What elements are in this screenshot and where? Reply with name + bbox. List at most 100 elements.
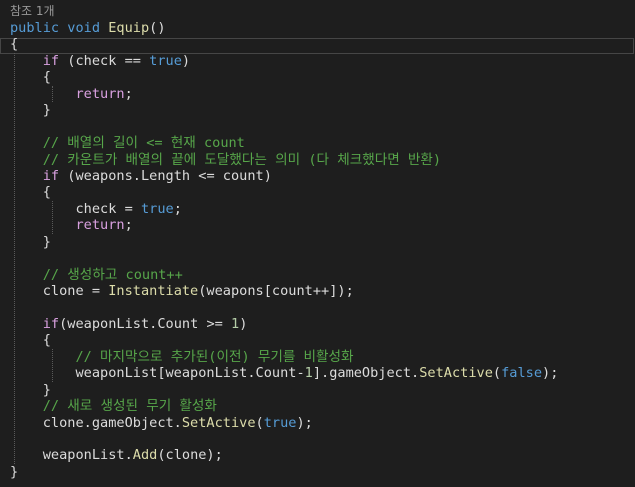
code-token: if xyxy=(42,167,60,184)
code-token: false xyxy=(501,365,543,382)
code-line[interactable]: if(weaponList.Count >= 1) xyxy=(0,316,635,332)
code-token: ); xyxy=(542,365,559,382)
code-line-text: { xyxy=(10,36,18,52)
code-token: { xyxy=(10,36,19,53)
code-line-text: { xyxy=(10,184,51,200)
code-token: ) xyxy=(181,52,191,69)
code-token: (check == xyxy=(59,52,150,69)
code-token: ( xyxy=(255,414,264,431)
code-line[interactable] xyxy=(0,431,635,447)
code-line-text: weaponList.Add(clone); xyxy=(10,447,223,463)
code-line-text: // 새로 생성된 무기 활성화 xyxy=(10,398,217,414)
code-line[interactable]: // 마지막으로 추가된(이전) 무기를 비활성화 xyxy=(0,349,635,365)
indent-guide xyxy=(52,85,53,103)
code-token: Add xyxy=(132,447,158,464)
code-line-text: clone = Instantiate(weapons[count++]); xyxy=(10,283,354,299)
code-token: // 생성하고 count++ xyxy=(42,266,183,283)
code-line[interactable]: // 배열의 길이 <= 현재 count xyxy=(0,135,635,151)
code-token: // 마지막으로 추가된(이전) 무기를 비활성화 xyxy=(75,348,354,365)
code-token: true xyxy=(263,414,297,431)
code-line[interactable]: { xyxy=(0,36,635,52)
code-editor[interactable]: 참조 1개 public void Equip(){ if (check == … xyxy=(0,0,635,487)
code-line[interactable] xyxy=(0,119,635,135)
code-token: (weapons[count++]); xyxy=(198,283,354,299)
code-line[interactable]: } xyxy=(0,234,635,250)
code-token: } xyxy=(10,233,51,250)
code-token: ); xyxy=(296,414,313,431)
code-line[interactable]: { xyxy=(0,69,635,85)
code-token: } xyxy=(10,381,51,398)
code-token: void xyxy=(67,20,101,36)
code-lines[interactable]: public void Equip(){ if (check == true) … xyxy=(0,20,635,480)
code-line[interactable]: check = true; xyxy=(0,201,635,217)
code-token: { xyxy=(10,69,51,86)
code-line-text: { xyxy=(10,332,51,348)
code-token: () xyxy=(149,20,166,36)
code-line[interactable]: } xyxy=(0,102,635,118)
code-line[interactable]: return; xyxy=(0,217,635,233)
code-line[interactable]: public void Equip() xyxy=(0,20,635,36)
code-line-text: check = true; xyxy=(10,200,182,217)
code-line[interactable]: weaponList.Add(clone); xyxy=(0,447,635,463)
code-line-text: } xyxy=(10,102,51,118)
code-line-text: } xyxy=(10,382,51,398)
code-token: ; xyxy=(124,217,133,234)
code-token: if xyxy=(42,52,60,69)
code-line-text: return; xyxy=(10,85,133,102)
code-line-text: } xyxy=(10,234,51,250)
code-token: // 카운트가 배열의 끝에 도달했다는 의미 (다 체크했다면 반환) xyxy=(42,151,442,168)
code-line[interactable]: if (weapons.Length <= count) xyxy=(0,168,635,184)
code-line[interactable] xyxy=(0,299,635,315)
code-token: weaponList[weaponList.Count- xyxy=(10,365,305,382)
code-line-text: // 카운트가 배열의 끝에 도달했다는 의미 (다 체크했다면 반환) xyxy=(10,152,441,168)
code-line[interactable]: // 카운트가 배열의 끝에 도달했다는 의미 (다 체크했다면 반환) xyxy=(0,152,635,168)
code-line-text: // 생성하고 count++ xyxy=(10,267,183,283)
code-token: ( xyxy=(492,365,502,382)
code-line[interactable]: weaponList[weaponList.Count-1].gameObjec… xyxy=(0,365,635,381)
code-line[interactable]: clone = Instantiate(weapons[count++]); xyxy=(0,283,635,299)
code-token: return xyxy=(75,85,125,102)
code-token: return xyxy=(75,217,125,234)
code-line[interactable]: { xyxy=(0,332,635,348)
code-token: 1 xyxy=(304,365,313,382)
code-token: if xyxy=(42,315,60,332)
code-line-text: return; xyxy=(10,217,133,234)
code-token: ; xyxy=(124,85,133,102)
code-token: 1 xyxy=(231,315,240,332)
code-line[interactable]: // 생성하고 count++ xyxy=(0,267,635,283)
code-line[interactable] xyxy=(0,250,635,266)
code-line[interactable]: clone.gameObject.SetActive(true); xyxy=(0,415,635,431)
code-line-text: clone.gameObject.SetActive(true); xyxy=(10,415,313,431)
code-token: (clone); xyxy=(157,447,223,464)
code-line-text: } xyxy=(10,464,18,480)
code-line-text: if (check == true) xyxy=(10,53,190,69)
code-token: ; xyxy=(173,200,182,217)
code-token: weaponList. xyxy=(10,447,133,464)
code-line[interactable]: } xyxy=(0,464,635,480)
code-line[interactable]: // 새로 생성된 무기 활성화 xyxy=(0,398,635,414)
code-line-text: // 배열의 길이 <= 현재 count xyxy=(10,135,245,151)
code-line-text: public void Equip() xyxy=(10,20,166,36)
code-line[interactable]: } xyxy=(0,382,635,398)
indent-guide xyxy=(52,349,53,382)
code-line[interactable]: return; xyxy=(0,86,635,102)
code-token: clone.gameObject. xyxy=(10,414,182,431)
code-token: ].gameObject. xyxy=(312,365,420,382)
code-token: // 새로 생성된 무기 활성화 xyxy=(42,398,217,415)
code-token: { xyxy=(10,332,51,349)
code-token: SetActive xyxy=(181,414,256,431)
codelens-references[interactable]: 참조 1개 xyxy=(10,3,55,20)
code-line-text: if(weaponList.Count >= 1) xyxy=(10,315,248,332)
code-line[interactable]: if (check == true) xyxy=(0,53,635,69)
code-line[interactable]: { xyxy=(0,184,635,200)
code-token: clone = xyxy=(10,283,109,299)
code-token: Instantiate xyxy=(108,283,199,299)
code-token: } xyxy=(10,463,19,480)
code-token: true xyxy=(140,200,174,217)
code-line-text: if (weapons.Length <= count) xyxy=(10,168,272,184)
code-token: // 배열의 길이 <= 현재 count xyxy=(42,135,245,152)
